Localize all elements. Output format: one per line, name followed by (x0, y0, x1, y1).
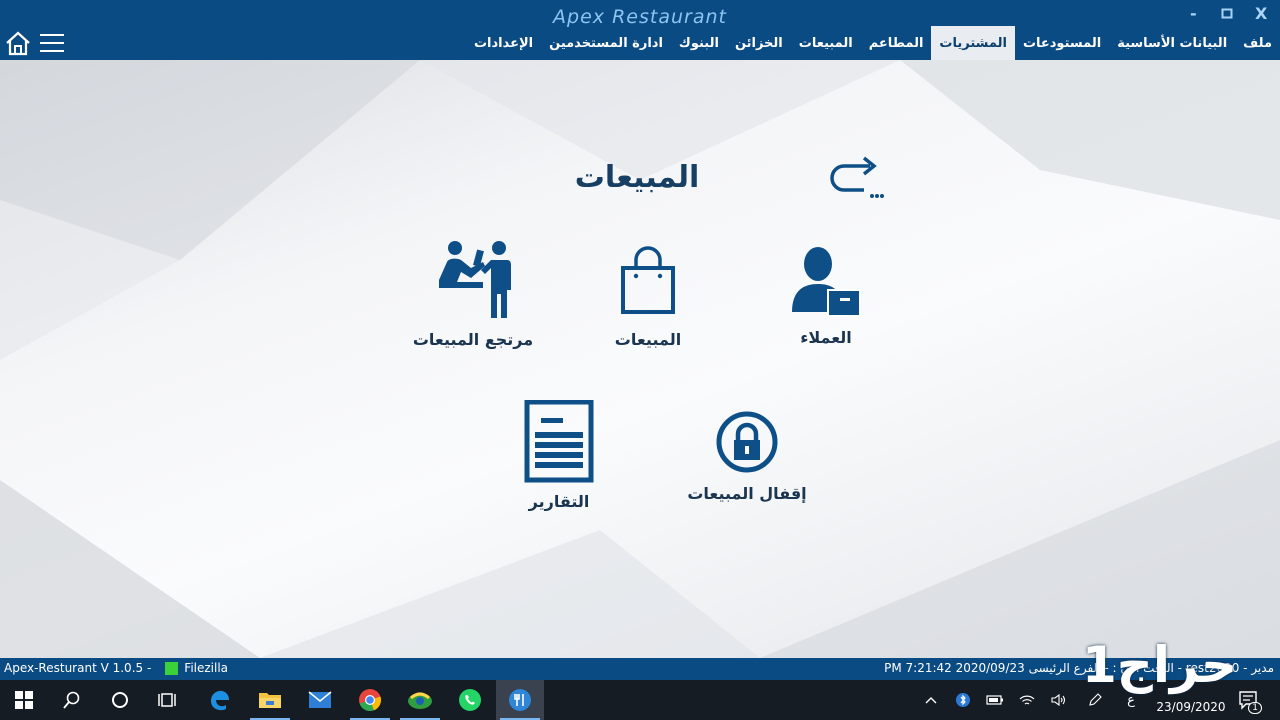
mail-icon[interactable] (296, 680, 344, 720)
notification-icon[interactable]: 1 (1236, 680, 1262, 720)
edge-browser-icon[interactable] (196, 680, 244, 720)
task-view-icon[interactable] (144, 680, 192, 720)
maximize-button[interactable] (1221, 4, 1233, 23)
battery-icon[interactable] (984, 680, 1006, 720)
main-panel: المبيعات العملاء المبيعات مرتجع المبيعات… (0, 60, 1280, 658)
network-app-icon[interactable] (396, 680, 444, 720)
customers-label: العملاء (800, 328, 852, 347)
back-arrow-icon[interactable] (826, 154, 886, 202)
page-title: المبيعات (574, 160, 700, 195)
reports-label: التقارير (528, 492, 590, 511)
menu-file[interactable]: ملف (1235, 26, 1280, 60)
menu-basic-data[interactable]: البيانات الأساسية (1109, 26, 1235, 60)
app-title: Apex Restaurant (553, 6, 727, 28)
sales-return-tile[interactable]: مرتجع المبيعات (398, 238, 548, 349)
bluetooth-icon[interactable] (952, 680, 974, 720)
sales-closing-tile[interactable]: إقفال المبيعات (672, 408, 822, 503)
volume-icon[interactable] (1048, 680, 1070, 720)
menu-treasuries[interactable]: الخزائن (727, 26, 791, 60)
lock-icon (716, 411, 778, 473)
whatsapp-icon[interactable] (446, 680, 494, 720)
report-icon (524, 400, 594, 483)
menu-purchases[interactable]: المشتريات (931, 26, 1015, 60)
chrome-icon[interactable] (346, 680, 394, 720)
hamburger-menu-icon[interactable] (40, 34, 64, 52)
menu-banks[interactable]: البنوك (671, 26, 727, 60)
sales-closing-label: إقفال المبيعات (687, 484, 807, 503)
customer-icon (792, 247, 861, 317)
ftp-status-icon (165, 661, 179, 675)
customer-service-icon (439, 241, 511, 318)
ftp-label[interactable]: Filezilla (184, 661, 228, 675)
watermark: حراج1 (1082, 636, 1238, 694)
windows-start-icon[interactable] (0, 680, 48, 720)
home-icon[interactable] (4, 30, 32, 56)
sales-return-label: مرتجع المبيعات (412, 330, 534, 349)
sales-tile[interactable]: المبيعات (573, 246, 723, 349)
wifi-icon[interactable] (1016, 680, 1038, 720)
background-pattern (0, 60, 1280, 658)
customers-tile[interactable]: العملاء (751, 244, 901, 347)
menu-sales[interactable]: المبيعات (791, 26, 861, 60)
cortana-icon[interactable] (96, 680, 144, 720)
version-text: Apex-Resturant V 1.0.5 - (4, 661, 152, 675)
notification-badge: 1 (1248, 702, 1262, 714)
menu-settings[interactable]: الإعدادات (466, 26, 541, 60)
title-bar: Apex Restaurant - X ملف البيانات الأساسي… (0, 0, 1280, 60)
tray-chevron-up-icon[interactable] (920, 680, 942, 720)
file-explorer-icon[interactable] (246, 680, 294, 720)
status-left: Apex-Resturant V 1.0.5 - Filezilla (4, 661, 228, 675)
main-menu: ملف البيانات الأساسية المستودعات المشتري… (466, 26, 1280, 60)
menu-user-management[interactable]: ادارة المستخدمين (541, 26, 671, 60)
minimize-button[interactable]: - (1190, 4, 1197, 23)
close-button[interactable]: X (1255, 4, 1267, 23)
sales-label: المبيعات (614, 330, 682, 349)
taskbar-date: 23/09/2020 (1156, 700, 1226, 714)
menu-restaurants[interactable]: المطاعم (861, 26, 932, 60)
search-icon[interactable] (48, 680, 96, 720)
menu-warehouses[interactable]: المستودعات (1015, 26, 1109, 60)
reports-tile[interactable]: التقارير (484, 400, 634, 511)
shopping-bag-icon (621, 246, 675, 314)
restaurant-app-icon[interactable] (496, 680, 544, 720)
